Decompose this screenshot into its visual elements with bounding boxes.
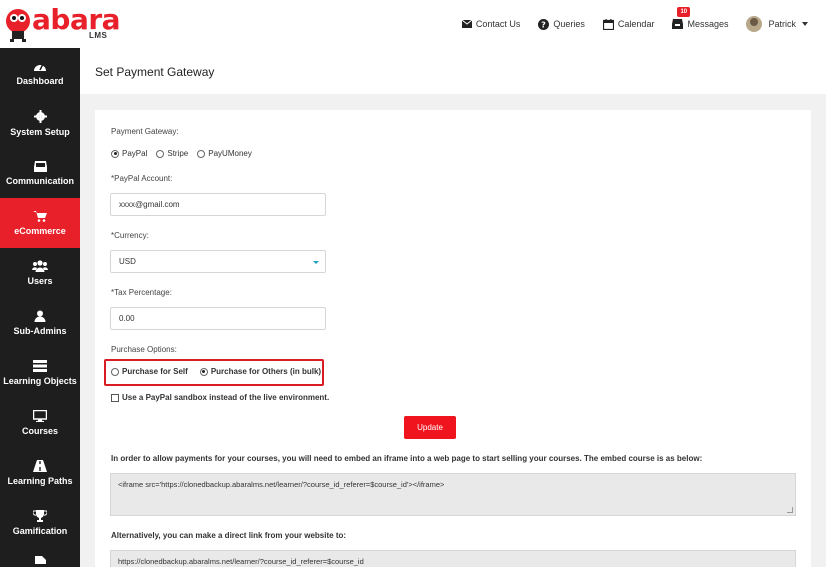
brand-sub: LMS [89,31,108,40]
sidebar-item-communication[interactable]: Communication [0,148,80,198]
embed-code-textarea[interactable]: <iframe src='https://clonedbackup.abaral… [110,473,796,516]
currency-value: USD [119,257,136,266]
resize-handle-icon[interactable] [787,507,793,513]
paypal-account-input[interactable]: xxxx@gmail.com [110,193,326,216]
road-icon [33,460,47,472]
sidebar-item-more[interactable] [0,548,80,567]
top-nav: Contact Us ? Queries Calendar 10 Message… [461,0,826,48]
user-name: Patrick [768,19,796,29]
sidebar-item-system-setup[interactable]: System Setup [0,98,80,148]
sandbox-label: Use a PayPal sandbox instead of the live… [122,393,330,402]
purchase-radio-group: Purchase for Self Purchase for Others (i… [111,367,330,376]
chevron-down-icon [313,261,319,264]
shopping-cart-icon [33,211,47,222]
sidebar-item-label: Sub-Admins [13,326,67,336]
purchase-options-label: Purchase Options: [111,345,177,354]
embed-description: In order to allow payments for your cour… [111,454,703,463]
tax-percentage-input[interactable]: 0.00 [110,307,326,330]
radio-selected[interactable] [111,149,119,158]
currency-label: *Currency: [111,231,149,240]
user-menu[interactable]: Patrick [746,16,808,32]
embed-code-value: <iframe src='https://clonedbackup.abaral… [118,480,445,489]
trophy-icon [33,510,47,522]
abara-logo[interactable]: abara LMS [4,3,121,45]
tax-percentage-value: 0.00 [119,314,135,323]
radio-selected[interactable] [199,367,208,376]
purchase-option-label: Purchase for Self [122,367,188,376]
direct-link-description: Alternatively, you can make a direct lin… [111,531,347,540]
sandbox-checkbox[interactable] [111,393,119,402]
gateway-option-label: PayUMoney [208,149,252,158]
messages-count-badge: 10 [677,7,691,17]
top-bar: abara LMS Contact Us ? Queries Calendar … [0,0,826,48]
users-icon [32,260,48,272]
server-icon [33,360,47,372]
sidebar-item-label: System Setup [10,126,70,137]
svg-text:?: ? [542,20,547,29]
paypal-account-value: xxxx@gmail.com [119,200,180,209]
contact-us-label: Contact Us [475,19,521,29]
radio-unselected[interactable] [197,149,206,158]
gear-icon [33,109,47,123]
gateway-option-payumoney[interactable]: PayUMoney [197,149,252,158]
calendar-icon [602,18,614,30]
queries-link[interactable]: ? Queries [538,18,585,30]
direct-link-field[interactable]: https://clonedbackup.abaralms.net/learne… [110,550,796,567]
document-icon [34,556,46,564]
purchase-option-self[interactable]: Purchase for Self [111,367,188,376]
gateway-option-label: Stripe [167,149,189,158]
mascot-icon [6,9,30,42]
direct-link-value: https://clonedbackup.abaralms.net/learne… [118,557,364,566]
gateway-option-stripe[interactable]: Stripe [156,149,188,158]
payment-gateway-label: Payment Gateway: [111,127,179,136]
sidebar-item-courses[interactable]: Courses [0,398,80,448]
sidebar-item-learning-paths[interactable]: Learning Paths [0,448,80,498]
contact-us-link[interactable]: Contact Us [461,19,521,29]
sidebar-item-label: Dashboard [16,76,64,86]
sidebar-item-ecommerce[interactable]: eCommerce [0,198,80,248]
page-header: Set Payment Gateway [80,48,826,94]
gateway-radio-group: PayPal Stripe PayUMoney [111,149,261,158]
sidebar-item-learning-objects[interactable]: Learning Objects [0,348,80,398]
chevron-down-icon [802,22,808,26]
sidebar-item-dashboard[interactable]: Dashboard [0,48,80,98]
gateway-option-label: PayPal [122,149,148,158]
dashboard-icon [34,63,46,71]
purchase-option-others[interactable]: Purchase for Others (in bulk) [199,367,322,376]
messages-label: Messages [687,19,729,29]
page-title: Set Payment Gateway [95,65,215,79]
gateway-option-paypal[interactable]: PayPal [111,149,147,158]
paypal-account-label: *PayPal Account: [111,174,173,183]
inbox-icon [672,19,684,29]
tax-percentage-label: *Tax Percentage: [111,288,172,297]
sidebar-item-sub-admins[interactable]: Sub-Admins [0,298,80,348]
sidebar: Dashboard System Setup Communication eCo… [0,48,80,567]
sidebar-item-label: Learning Objects [3,376,77,386]
sidebar-item-label: eCommerce [14,226,66,236]
sidebar-item-label: Users [27,276,53,286]
inbox-icon [33,160,47,172]
radio-unselected[interactable] [156,149,165,158]
messages-link[interactable]: 10 Messages [672,7,729,29]
sidebar-item-label: Gamification [12,526,68,536]
envelope-icon [461,20,472,28]
sidebar-item-gamification[interactable]: Gamification [0,498,80,548]
avatar [746,16,763,32]
sidebar-item-label: Courses [21,426,58,436]
queries-label: Queries [553,19,585,29]
question-circle-icon: ? [538,18,550,30]
sidebar-item-label: Communication [5,175,74,186]
admin-user-icon [34,310,46,322]
calendar-label: Calendar [617,19,655,29]
radio-unselected[interactable] [111,367,119,376]
calendar-link[interactable]: Calendar [602,18,655,30]
currency-select[interactable]: USD [110,250,326,273]
sidebar-item-label: Learning Paths [7,476,73,486]
sandbox-checkbox-row[interactable]: Use a PayPal sandbox instead of the live… [111,393,329,402]
update-button[interactable]: Update [404,416,456,439]
sidebar-item-users[interactable]: Users [0,248,80,298]
monitor-icon [33,410,47,422]
purchase-option-label: Purchase for Others (in bulk) [210,367,322,376]
